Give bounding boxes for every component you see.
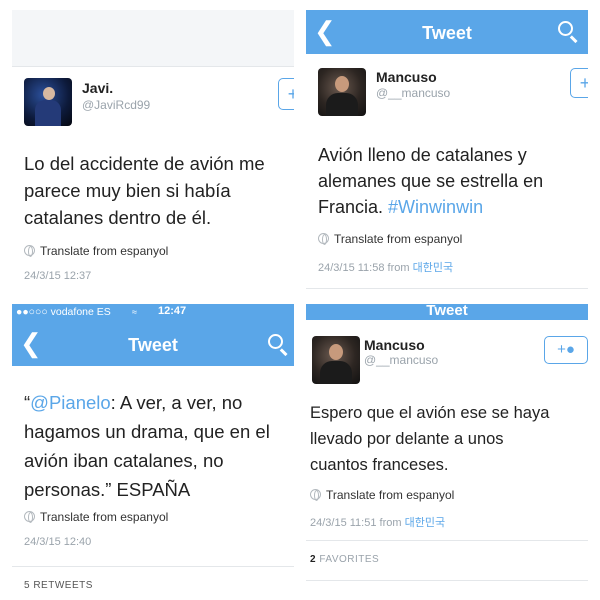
mention-link[interactable]: @Pianelo: [30, 392, 111, 413]
location-link[interactable]: 대한민국: [413, 262, 453, 274]
tweet-screenshot-mancuso-2: Tweet Mancuso @__mancuso +● Espero que e…: [306, 304, 588, 590]
header-area: [12, 10, 294, 66]
status-clock: 12:47: [158, 305, 187, 317]
translate-label: Translate from espanyol: [40, 244, 169, 258]
user-name[interactable]: Javi.: [82, 80, 113, 96]
translate-label: Translate from espanyol: [40, 510, 169, 524]
globe-icon: [310, 489, 321, 501]
nav-bar: Tweet: [306, 304, 588, 320]
globe-icon: [24, 245, 35, 257]
tweet-line: Avión lleno de catalanes y: [318, 145, 527, 165]
tweet-line: alemanes que se estrella en: [318, 171, 544, 191]
translate-link[interactable]: Translate from espanyol: [318, 232, 462, 246]
translate-link[interactable]: Translate from espanyol: [310, 488, 454, 502]
avatar[interactable]: [312, 336, 360, 384]
globe-icon: [24, 511, 35, 523]
follow-icon: +: [579, 73, 588, 93]
nav-title: Tweet: [422, 23, 472, 43]
tweet-line: hagamos un drama, que en el: [24, 421, 270, 442]
tweet-line: llevado por delante a unos: [310, 430, 504, 448]
tweet-timestamp: 24/3/15 12:40: [24, 536, 91, 548]
avatar[interactable]: [24, 78, 72, 126]
avatar-head: [335, 76, 349, 92]
avatar-head: [43, 87, 55, 100]
globe-icon: [318, 233, 329, 245]
add-user-icon: +●: [557, 341, 575, 358]
tweet-text: Lo del accidente de avión me parece muy …: [24, 150, 265, 231]
tweet-timestamp: 24/3/15 12:37: [24, 270, 91, 282]
translate-link[interactable]: Translate from espanyol: [24, 510, 168, 524]
divider: [12, 566, 294, 567]
translate-label: Translate from espanyol: [326, 488, 455, 502]
avatar-body: [320, 361, 352, 384]
avatar-head: [329, 344, 343, 360]
tweet-line: avión iban catalanes, no: [24, 450, 224, 471]
tweet-line: catalanes dentro de él.: [24, 207, 212, 228]
timestamp-text: 24/3/15 12:37: [24, 270, 92, 282]
timestamp-text: 24/3/15 11:51 from: [310, 517, 402, 529]
avatar-body: [326, 93, 358, 116]
avatar[interactable]: [318, 68, 366, 116]
timestamp-text: 24/3/15 11:58 from: [318, 262, 410, 274]
tweet-text: Espero que el avión ese se haya llevado …: [310, 400, 549, 478]
user-handle[interactable]: @__mancuso: [364, 353, 438, 367]
user-handle[interactable]: @__mancuso: [376, 86, 450, 100]
follow-icon: +: [287, 84, 294, 104]
tweet-screenshot-mancuso-1: ❮ Tweet Mancuso @__mancuso + Avión lleno…: [306, 10, 588, 298]
tweet-text: Avión lleno de catalanes y alemanes que …: [318, 142, 543, 220]
translate-link[interactable]: Translate from espanyol: [24, 244, 168, 258]
divider: [306, 540, 588, 541]
tweet-line: Francia. #Winwinwin: [318, 197, 484, 217]
tweet-timestamp: 24/3/15 11:58 from 대한민국: [318, 259, 453, 275]
tweet-line: personas.” ESPAÑA: [24, 479, 191, 500]
status-carrier: ●●○○○ vodafone ES: [16, 306, 111, 318]
divider: [306, 288, 588, 289]
search-icon[interactable]: [558, 21, 580, 43]
tweet-timestamp: 24/3/15 11:51 from 대한민국: [310, 514, 445, 530]
favorites-count[interactable]: 2 FAVORITES: [310, 554, 379, 565]
user-name[interactable]: Mancuso: [364, 337, 425, 353]
tweet-line: “@Pianelo: A ver, a ver, no: [24, 392, 243, 413]
location-link[interactable]: 대한민국: [405, 517, 445, 529]
tweet-line: cuantos franceses.: [310, 456, 449, 474]
follow-button[interactable]: +: [570, 68, 588, 98]
follow-button[interactable]: +●: [544, 336, 588, 364]
user-handle[interactable]: @JaviRcd99: [82, 98, 150, 112]
search-icon[interactable]: [268, 334, 290, 356]
hashtag-link[interactable]: #Winwinwin: [388, 197, 483, 217]
nav-title: Tweet: [128, 335, 178, 355]
user-name[interactable]: Mancuso: [376, 69, 437, 85]
nav-bar: ●●○○○ vodafone ES 12:47 ≈ ❮ Tweet: [12, 304, 294, 366]
avatar-body: [35, 100, 61, 126]
nav-bar: ❮ Tweet: [306, 10, 588, 54]
timestamp-text: 24/3/15 12:40: [24, 536, 92, 548]
tweet-screenshot-pianelo: ●●○○○ vodafone ES 12:47 ≈ ❮ Tweet “@Pian…: [12, 304, 294, 590]
tweet-line: Espero que el avión ese se haya: [310, 404, 550, 422]
tweet-line: Lo del accidente de avión me: [24, 153, 265, 174]
translate-label: Translate from espanyol: [334, 232, 463, 246]
tweet-line: parece muy bien si había: [24, 180, 231, 201]
nav-title: Tweet: [426, 304, 468, 319]
follow-button[interactable]: +: [278, 78, 294, 110]
wifi-icon: ≈: [132, 307, 137, 317]
tweet-screenshot-javi: Javi. @JaviRcd99 + Lo del accidente de a…: [12, 10, 294, 298]
divider: [306, 580, 588, 581]
header-divider: [12, 66, 294, 67]
tweet-text: “@Pianelo: A ver, a ver, no hagamos un d…: [24, 388, 270, 504]
retweets-count[interactable]: 5 RETWEETS: [24, 580, 93, 590]
